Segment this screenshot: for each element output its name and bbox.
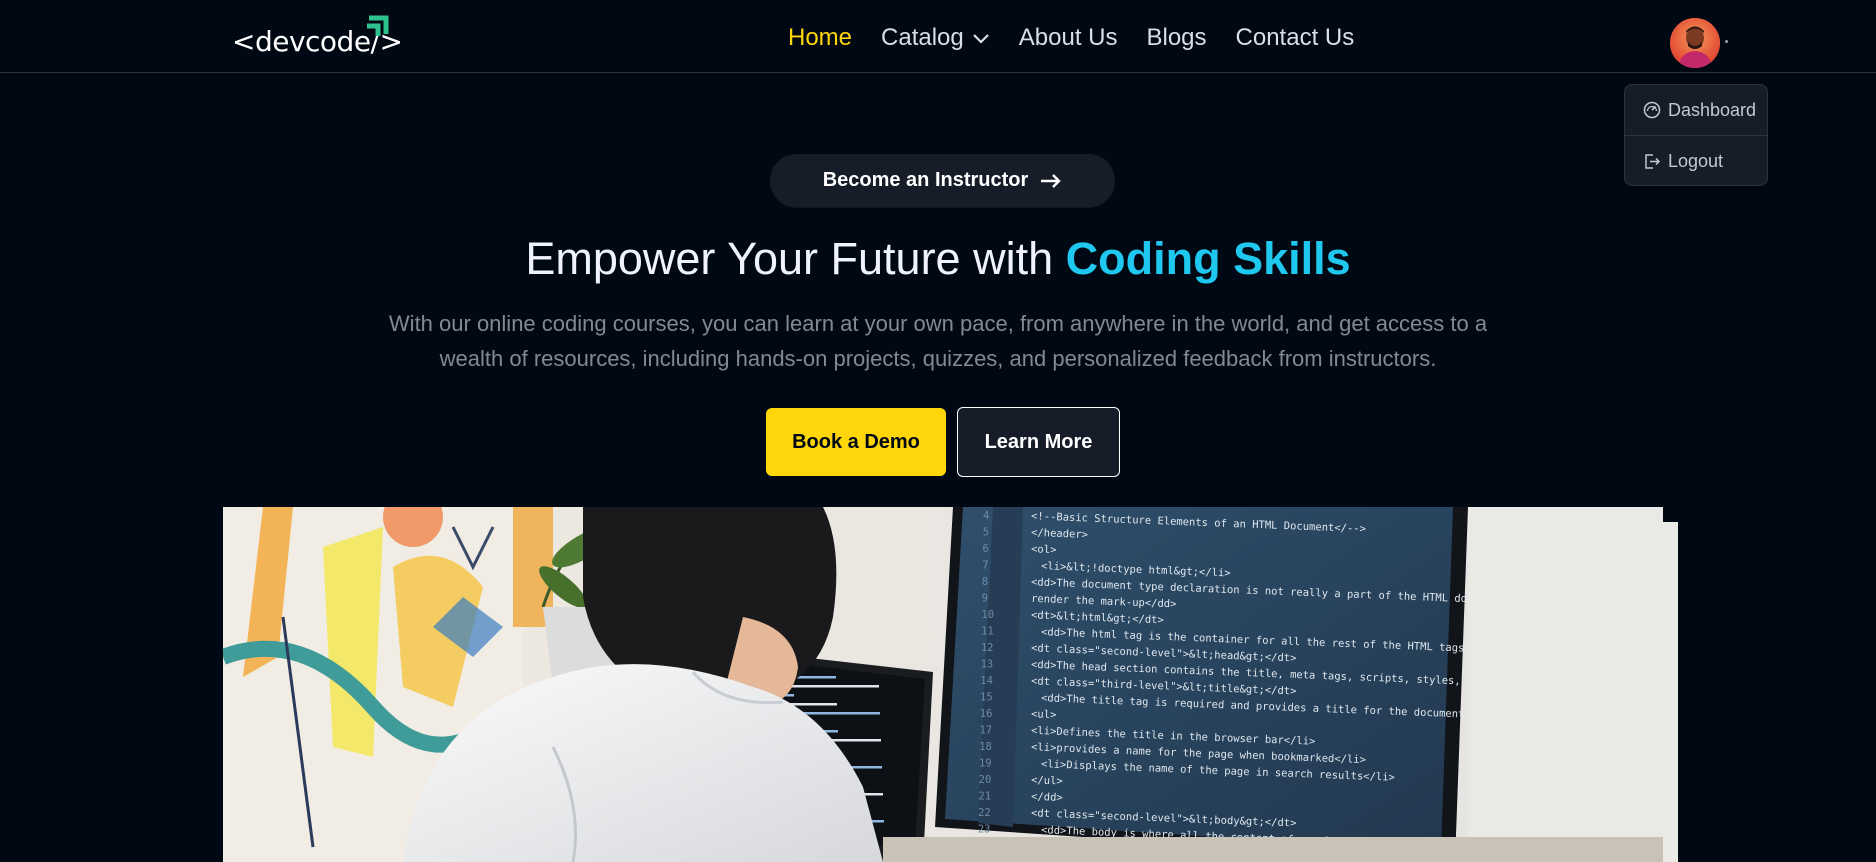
- avatar-caret: [1725, 40, 1728, 43]
- code-line: </header>: [1031, 527, 1088, 541]
- monitor: 4 <!--Basic Structure Elements of an HTML…: [935, 507, 1663, 862]
- book-demo-button[interactable]: Book a Demo: [766, 408, 946, 476]
- nav-link-blogs-label: Blogs: [1146, 24, 1207, 51]
- become-instructor-label: Become an Instructor: [822, 169, 1029, 191]
- avatar-image: [1670, 18, 1720, 68]
- nav-link-catalog-label: Catalog: [881, 24, 964, 51]
- nav-links: Home Catalog About Us Blogs Contact Us: [788, 24, 1383, 52]
- code-line: <ul>: [1031, 708, 1057, 721]
- code-line-number: 11: [981, 626, 994, 638]
- avatar[interactable]: [1670, 18, 1720, 68]
- hero-video[interactable]: 4 <!--Basic Structure Elements of an HTML…: [223, 507, 1663, 862]
- code-line-number: 21: [978, 791, 991, 803]
- code-line: </dd>: [1031, 791, 1063, 804]
- arrow-right-icon: [1040, 173, 1062, 189]
- code-line-number: 22: [978, 807, 991, 819]
- code-line-number: 7: [982, 560, 988, 572]
- code-line: <ol>: [1031, 543, 1057, 556]
- code-line-number: 6: [982, 543, 988, 555]
- dashboard-gauge-icon: [1643, 101, 1661, 119]
- code-line-number: 16: [980, 708, 993, 720]
- dropdown-item-dashboard-label: Dashboard: [1668, 99, 1757, 120]
- nav-link-blogs[interactable]: Blogs: [1146, 24, 1206, 52]
- dropdown-item-logout[interactable]: Logout: [1625, 135, 1767, 186]
- desk: [883, 837, 1663, 862]
- code-line-number: 20: [979, 774, 992, 786]
- dropdown-item-dashboard[interactable]: Dashboard: [1625, 85, 1767, 135]
- nav-link-catalog[interactable]: Catalog: [881, 24, 990, 52]
- navbar: <devcode/> Home Catalog About Us Blogs C…: [0, 0, 1876, 73]
- code-line-number: 14: [980, 675, 993, 687]
- code-line-number: 8: [982, 576, 988, 588]
- code-line: </ul>: [1031, 774, 1063, 787]
- code-line-number: 5: [983, 527, 989, 539]
- nav-link-about-label: About Us: [1018, 24, 1118, 51]
- logout-icon: [1643, 152, 1661, 170]
- nav-link-home[interactable]: Home: [788, 24, 852, 52]
- dropdown-item-logout-label: Logout: [1668, 150, 1724, 171]
- nav-link-about[interactable]: About Us: [1019, 24, 1118, 52]
- code-line-number: 18: [979, 741, 992, 753]
- become-instructor-button[interactable]: Become an Instructor: [770, 154, 1115, 207]
- user-dropdown-menu: Dashboard Logout: [1624, 84, 1768, 186]
- hero-title: Empower Your Future with Coding Skills: [0, 233, 1876, 285]
- code-line-number: 9: [982, 593, 988, 605]
- nav-link-contact-label: Contact Us: [1235, 24, 1355, 51]
- chevron-down-icon: [972, 24, 990, 52]
- logo[interactable]: <devcode/>: [232, 14, 403, 56]
- hero-title-accent: Coding Skills: [1065, 233, 1351, 284]
- code-line-number: 19: [979, 758, 992, 770]
- code-line-number: 13: [981, 659, 994, 671]
- hero-title-prefix: Empower Your Future with: [525, 233, 1066, 284]
- code-line-number: 10: [981, 609, 994, 621]
- learn-more-button[interactable]: Learn More: [957, 407, 1120, 477]
- code-line-number: 17: [979, 725, 992, 737]
- code-line-number: 15: [980, 692, 993, 704]
- nav-link-contact[interactable]: Contact Us: [1236, 24, 1355, 52]
- code-line-number: 23: [978, 824, 991, 836]
- code-line-number: 4: [983, 510, 989, 522]
- hero-subtitle: With our online coding courses, you can …: [388, 311, 1488, 371]
- logo-arrow-icon: [367, 15, 389, 36]
- video-frame: 4 <!--Basic Structure Elements of an HTML…: [223, 507, 1663, 862]
- code-line-number: 12: [981, 642, 994, 654]
- nav-link-home-label: Home: [788, 24, 853, 51]
